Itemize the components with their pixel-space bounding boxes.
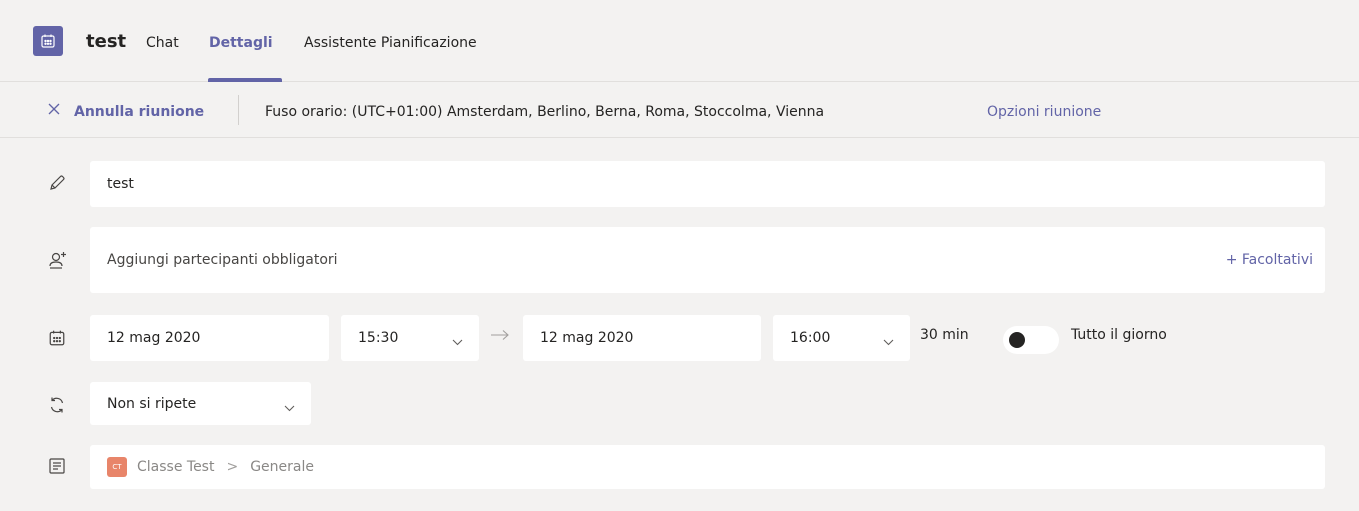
attendees-placeholder: Aggiungi partecipanti obbligatori	[107, 252, 338, 268]
pencil-icon	[48, 174, 66, 196]
duration-label: 30 min	[920, 327, 969, 343]
breadcrumb-separator: >	[226, 459, 239, 475]
title-field[interactable]: test	[90, 161, 1325, 207]
tab-scheduling-assistant[interactable]: Assistente Pianificazione	[304, 35, 477, 51]
chevron-down-icon	[883, 334, 894, 350]
meeting-options-link[interactable]: Opzioni riunione	[987, 104, 1101, 120]
tab-details[interactable]: Dettagli	[209, 35, 273, 51]
start-date-value: 12 mag 2020	[107, 330, 201, 346]
team-avatar: CT	[107, 457, 127, 477]
channel-field[interactable]: CT Classe Test > Generale	[90, 445, 1325, 489]
all-day-toggle[interactable]	[1003, 326, 1059, 354]
repeat-value: Non si ripete	[107, 395, 197, 412]
channel-team-name: Classe Test	[137, 459, 215, 475]
end-time-dropdown[interactable]: 16:00	[773, 315, 910, 361]
end-date-field[interactable]: 12 mag 2020	[523, 315, 761, 361]
tab-chat[interactable]: Chat	[146, 35, 179, 51]
arrow-right-icon	[490, 329, 510, 345]
channel-icon	[48, 457, 66, 479]
title-value: test	[107, 176, 134, 192]
end-date-value: 12 mag 2020	[540, 330, 634, 346]
chevron-down-icon	[284, 400, 295, 416]
meeting-title: test	[86, 31, 127, 52]
start-date-field[interactable]: 12 mag 2020	[90, 315, 329, 361]
calendar-icon	[48, 329, 66, 351]
toolbar-divider	[238, 95, 239, 125]
repeat-dropdown[interactable]: Non si ripete	[90, 382, 311, 425]
timezone-label[interactable]: Fuso orario: (UTC+01:00) Amsterdam, Berl…	[265, 104, 824, 120]
repeat-icon	[48, 396, 66, 418]
cancel-meeting-button[interactable]: Annulla riunione	[74, 104, 204, 120]
all-day-label: Tutto il giorno	[1071, 327, 1167, 343]
channel-name: Generale	[250, 459, 314, 475]
start-time-value: 15:30	[358, 330, 399, 346]
add-person-icon	[48, 250, 68, 274]
attendees-field[interactable]: Aggiungi partecipanti obbligatori + Faco…	[90, 227, 1325, 293]
start-time-dropdown[interactable]: 15:30	[341, 315, 479, 361]
calendar-icon	[33, 26, 63, 56]
meeting-header: test Chat Dettagli Assistente Pianificaz…	[0, 0, 1359, 82]
chevron-down-icon	[452, 334, 463, 350]
close-icon[interactable]	[47, 102, 61, 120]
toggle-knob	[1009, 332, 1025, 348]
add-optional-attendees-link[interactable]: + Facoltativi	[1226, 252, 1313, 268]
end-time-value: 16:00	[790, 330, 831, 346]
